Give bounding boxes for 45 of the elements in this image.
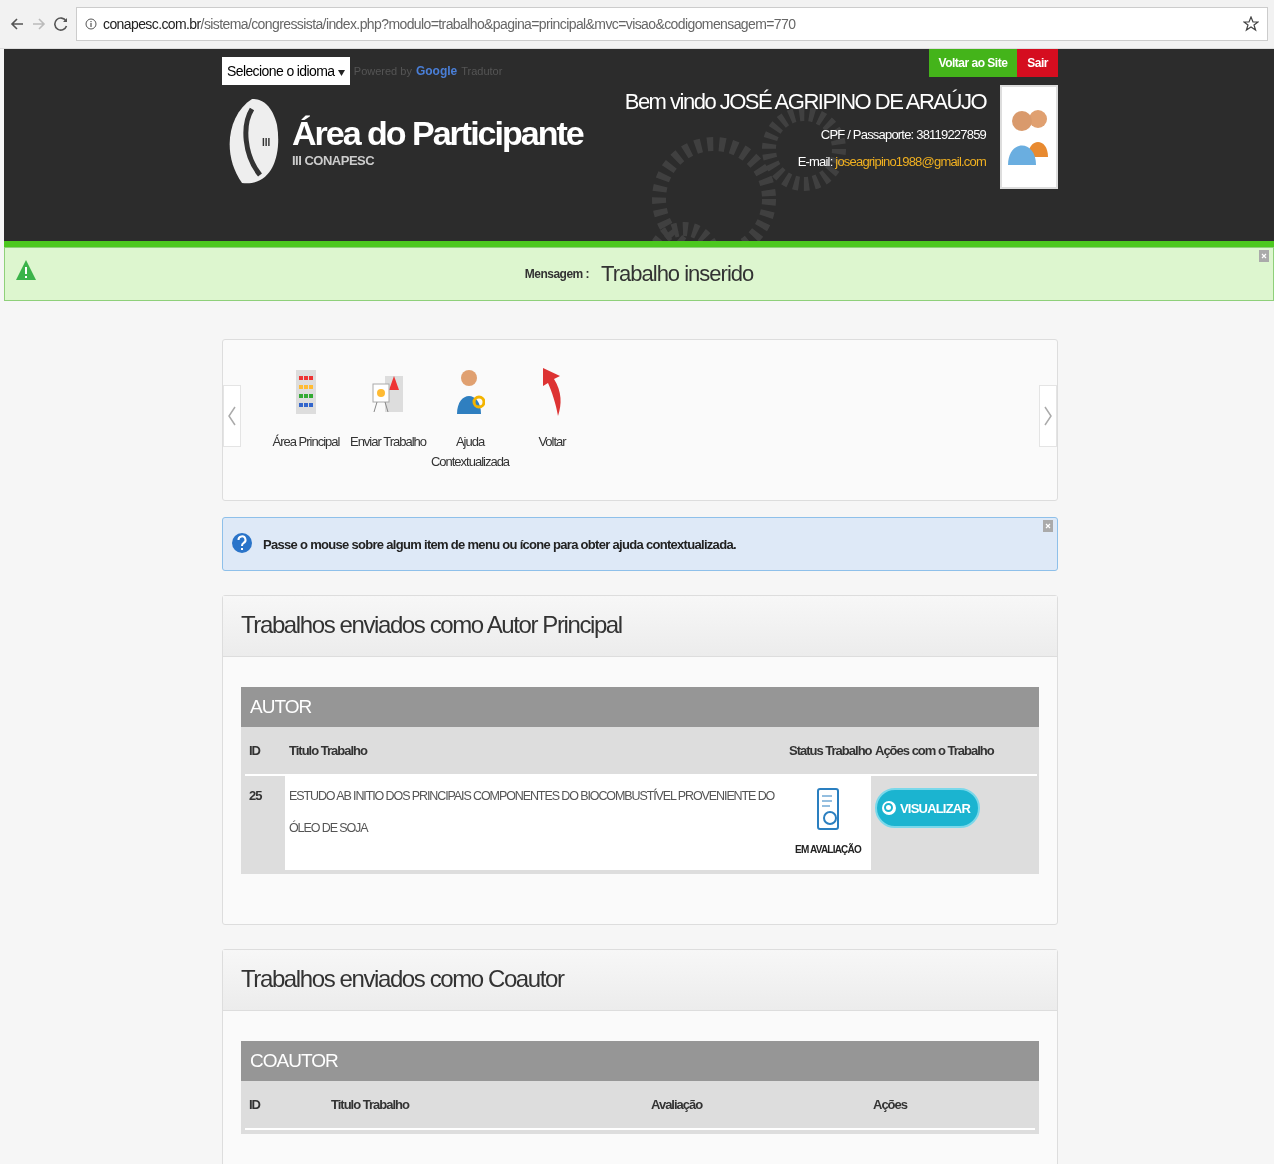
column-header: Titulo Trabalho <box>327 1081 647 1130</box>
welcome-text: Bem vindo JOSÉ AGRIPINO DE ARAÚJO <box>624 89 986 115</box>
section-title: Trabalhos enviados como Autor Principal <box>223 596 1057 657</box>
address-bar[interactable]: conapesc.com.br/sistema/congressista/index.php?modulo=trabalho&pagina=principal&mvc=visao&codigomensagem=770 <box>76 7 1268 41</box>
info-icon <box>85 18 97 30</box>
email-label: E-mail: <box>797 154 833 169</box>
dropdown-caret-icon <box>337 70 345 76</box>
users-avatar-icon <box>1000 85 1058 189</box>
column-header: ID <box>245 1081 327 1130</box>
cpf-text: CPF / Passaporte: 38119227859 <box>819 127 986 142</box>
column-header: Ações com o Trabalho <box>871 727 1037 776</box>
section-title: Trabalhos enviados como Coautor <box>223 950 1057 1011</box>
close-icon[interactable] <box>1043 520 1053 532</box>
message-text: Trabalho inserido <box>601 261 754 287</box>
language-select[interactable]: Selecione o idioma <box>222 57 350 85</box>
email-link[interactable]: joseagripino1988@gmail.com <box>835 154 986 169</box>
back-arrow-icon[interactable] <box>10 17 24 31</box>
site-subtitle: III CONAPESC <box>292 153 376 168</box>
message-label: Mensagem : <box>524 267 590 281</box>
table-title: COAUTOR <box>241 1041 1039 1081</box>
toolbar-item[interactable]: Enviar Trabalho <box>347 366 429 472</box>
column-header: Ações <box>869 1081 1035 1130</box>
document-clock-icon <box>817 788 839 830</box>
toolbar-item[interactable]: Voltar <box>511 366 593 472</box>
status-text: EM AVALIAÇÃO <box>794 842 863 857</box>
forward-arrow-icon[interactable] <box>32 17 46 31</box>
table-cell: ESTUDO AB INITIO DOS PRINCIPAIS COMPONENTES DO BIOCOMBUSTÍVEL PROVENIENTE DO ÓLEO DE SOJA <box>285 776 785 870</box>
site-title: Área do Participante <box>292 114 583 153</box>
chevron-left-icon <box>228 406 236 426</box>
bookmark-star-icon[interactable] <box>1243 16 1259 32</box>
help-text: Passe o mouse sobre algum item de menu ou ícone para obter ajuda contextualizada. <box>263 536 736 552</box>
logout-button[interactable]: Sair <box>1017 49 1058 77</box>
google-text: Google <box>415 64 458 78</box>
scroll-left-button[interactable] <box>223 385 241 447</box>
chevron-right-icon <box>1044 406 1052 426</box>
table-cell-text: 25 <box>248 787 263 805</box>
toolbar-item[interactable]: Ajuda Contextualizada <box>429 366 511 472</box>
scroll-right-button[interactable] <box>1039 385 1057 447</box>
toolbar-item[interactable]: Área Principal <box>265 366 347 472</box>
table-title: AUTOR <box>241 687 1039 727</box>
column-header: Avaliação <box>647 1081 869 1130</box>
reload-icon[interactable] <box>54 17 68 31</box>
close-icon[interactable] <box>1259 250 1269 262</box>
search-icon <box>881 800 897 816</box>
column-header: ID <box>245 727 285 776</box>
